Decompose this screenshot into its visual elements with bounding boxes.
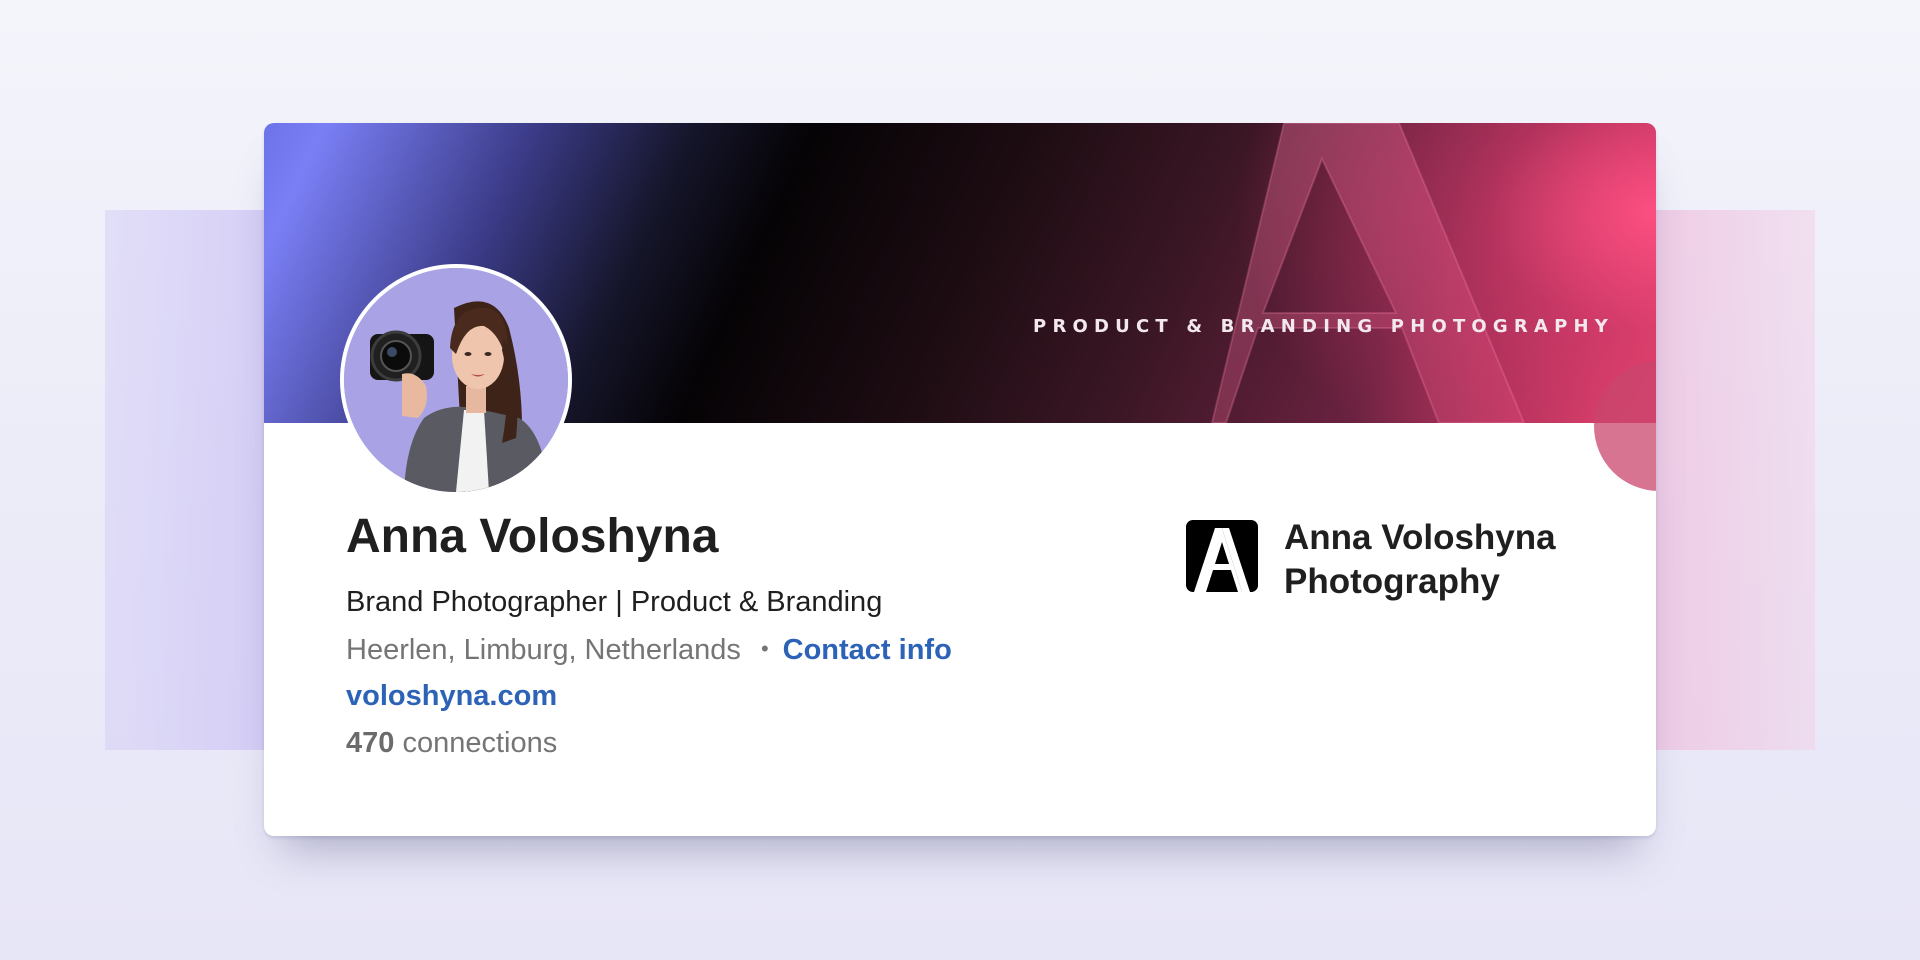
- profile-card: PRODUCT & BRANDING PHOTOGRAPHY Anna Volo…: [264, 123, 1656, 836]
- profile-name: Anna Voloshyna: [346, 510, 719, 563]
- letter-a-logo-icon: [1186, 520, 1258, 592]
- company-name-line2: Photography: [1284, 562, 1500, 601]
- location-row: Heerlen, Limburg, Netherlands • Contact in…: [346, 634, 952, 667]
- background-glow-right: [1635, 210, 1815, 750]
- current-company[interactable]: Anna Voloshyna Photography: [1186, 516, 1556, 604]
- profile-photo-icon: [344, 268, 568, 492]
- connections-number: 470: [346, 727, 395, 759]
- background-glow-left: [105, 210, 285, 750]
- connections-label: connections: [402, 727, 558, 759]
- avatar[interactable]: [340, 264, 572, 496]
- connections-count[interactable]: 470 connections: [346, 727, 557, 760]
- profile-headline: Brand Photographer | Product & Branding: [346, 586, 883, 618]
- banner-tagline: PRODUCT & BRANDING PHOTOGRAPHY: [1033, 316, 1614, 337]
- website-link[interactable]: voloshyna.com: [346, 680, 557, 713]
- company-logo: [1186, 520, 1258, 592]
- company-name-line1: Anna Voloshyna: [1284, 518, 1556, 557]
- contact-info-link[interactable]: Contact info: [783, 634, 952, 666]
- profile-location: Heerlen, Limburg, Netherlands: [346, 634, 741, 666]
- company-name: Anna Voloshyna Photography: [1284, 516, 1556, 604]
- separator-dot: •: [760, 636, 769, 661]
